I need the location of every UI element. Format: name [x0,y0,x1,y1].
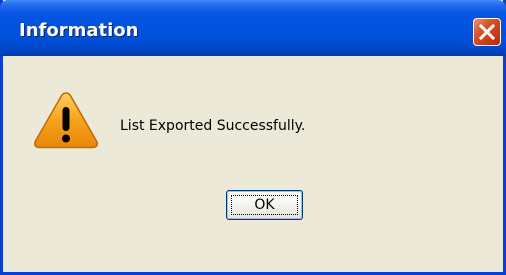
dialog-message: List Exported Successfully. [120,118,306,134]
title-bar[interactable]: Information [0,0,506,56]
close-icon [478,23,496,41]
ok-button-label: OK [254,197,275,213]
dialog-title: Information [19,20,139,41]
warning-icon [33,92,99,149]
ok-button[interactable]: OK [226,190,303,220]
information-dialog: Information List Exported Successfully. … [0,0,506,275]
close-button[interactable] [473,18,501,46]
